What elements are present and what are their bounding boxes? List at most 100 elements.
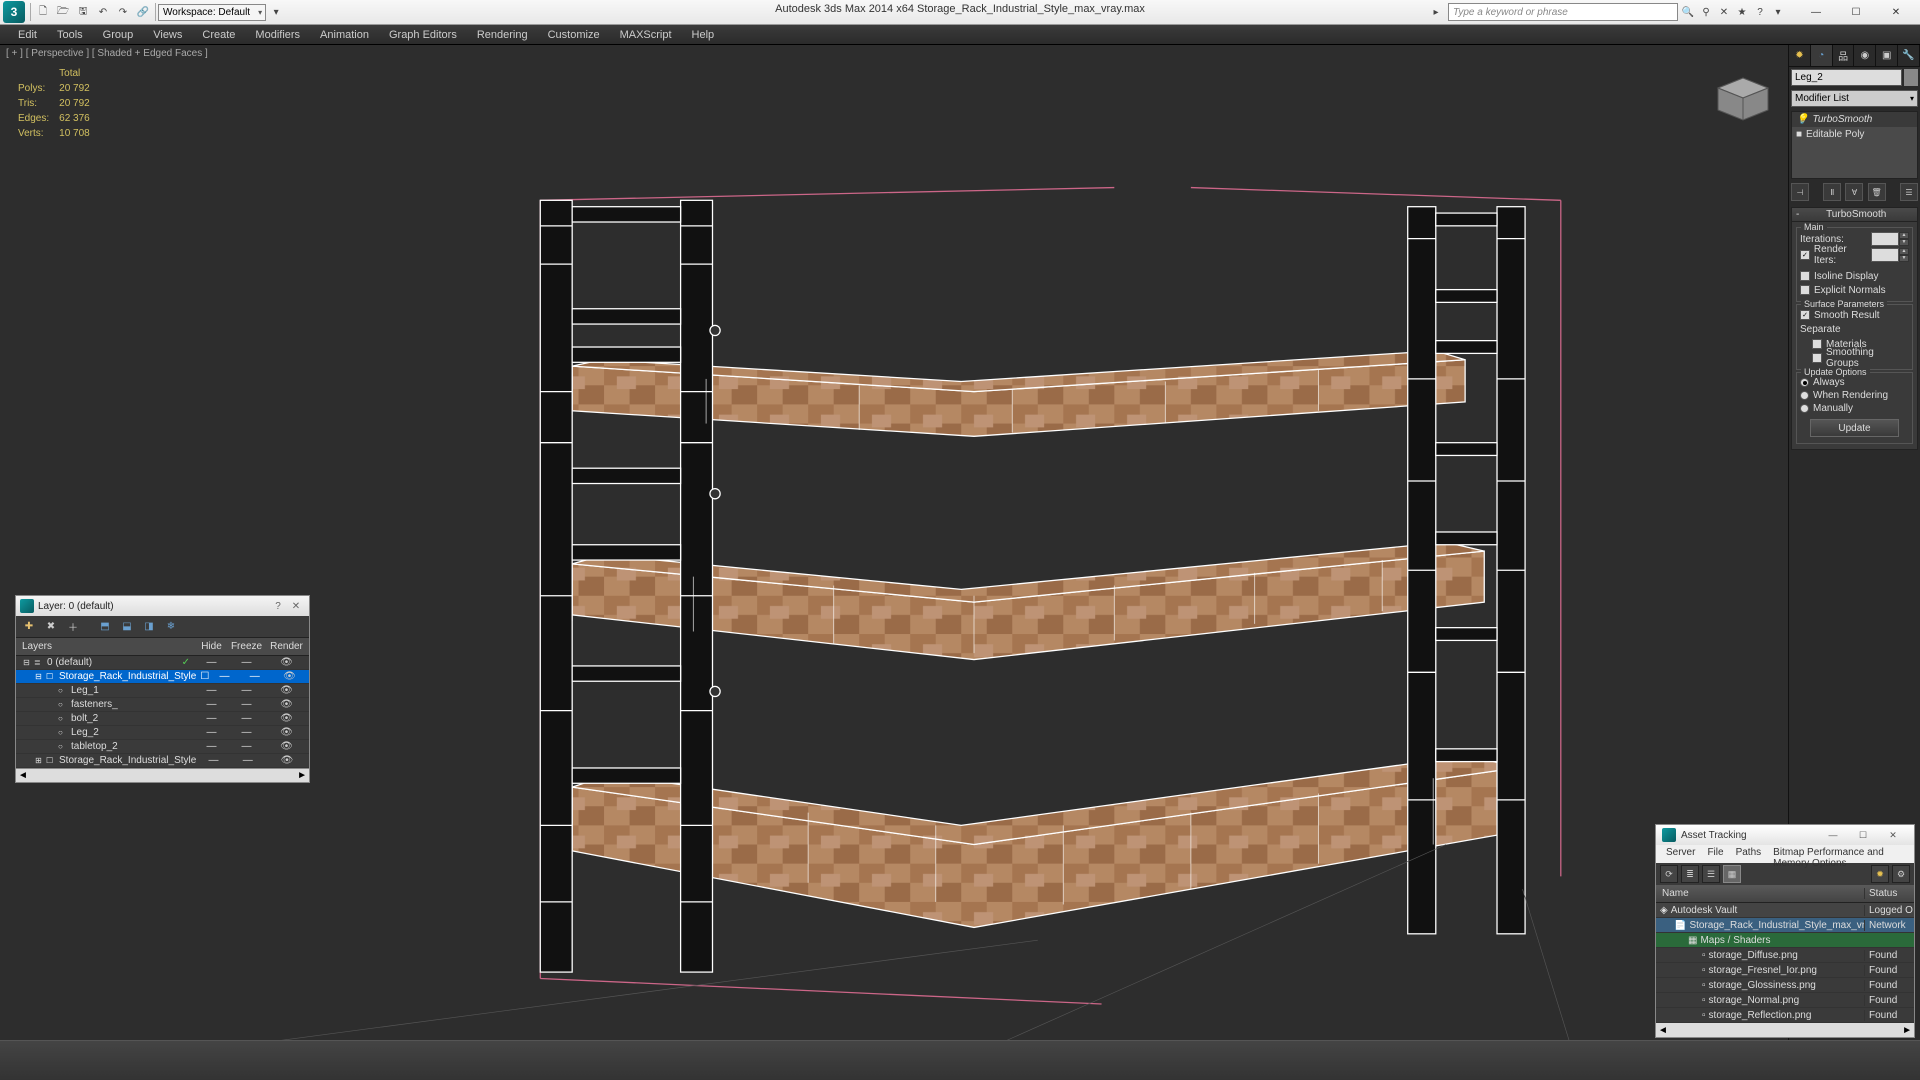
- object-color-swatch[interactable]: [1904, 69, 1918, 86]
- minimize-button[interactable]: —: [1796, 1, 1836, 23]
- render-iters-value[interactable]: 2: [1871, 248, 1899, 262]
- layer-panel-titlebar[interactable]: Layer: 0 (default) ? ✕: [16, 596, 309, 616]
- always-radio[interactable]: [1800, 378, 1809, 387]
- view-cube[interactable]: [1708, 70, 1778, 125]
- close-button[interactable]: ✕: [1876, 1, 1916, 23]
- layer-row[interactable]: ○Leg_1——👁: [16, 684, 309, 698]
- freeze-cell[interactable]: —: [229, 685, 264, 696]
- hide-cell[interactable]: —: [194, 741, 229, 752]
- expand-icon[interactable]: ⊟: [22, 658, 31, 667]
- render-cell[interactable]: 👁: [265, 755, 309, 766]
- materials-checkbox[interactable]: [1812, 339, 1822, 349]
- asset-row[interactable]: ▫storage_Reflection.pngFound: [1656, 1008, 1914, 1023]
- freeze-cell[interactable]: —: [240, 671, 270, 682]
- render-cell[interactable]: 👁: [264, 685, 309, 696]
- delete-layer-icon[interactable]: ✖: [42, 618, 60, 636]
- when-rendering-radio[interactable]: [1800, 391, 1809, 400]
- menu-group[interactable]: Group: [93, 27, 144, 43]
- asset-panel-scrollbar[interactable]: ◄►: [1656, 1023, 1914, 1037]
- modifier-list-dropdown[interactable]: Modifier List: [1791, 90, 1918, 107]
- asset-minimize-icon[interactable]: —: [1818, 830, 1848, 840]
- select-layers-icon[interactable]: ⬓: [118, 618, 136, 636]
- render-iters-checkbox[interactable]: ✓: [1800, 250, 1810, 260]
- layer-panel-help-icon[interactable]: ?: [269, 598, 287, 614]
- layer-row[interactable]: ⊟≣0 (default)✓——👁: [16, 656, 309, 670]
- shelf-model[interactable]: [80, 60, 1868, 1055]
- save-file-icon[interactable]: 🖫: [74, 3, 92, 21]
- asset-row[interactable]: ◈Autodesk VaultLogged O: [1656, 903, 1914, 918]
- undo-icon[interactable]: ↶: [94, 3, 112, 21]
- render-cell[interactable]: 👁: [264, 699, 309, 710]
- smoothing-groups-checkbox[interactable]: [1812, 353, 1822, 363]
- layer-panel-scrollbar[interactable]: ◄►: [16, 768, 309, 782]
- render-cell[interactable]: 👁: [264, 741, 309, 752]
- col-render[interactable]: Render: [264, 641, 309, 652]
- highlight-icon[interactable]: ✹: [1871, 865, 1889, 883]
- tab-display[interactable]: ▣: [1876, 45, 1898, 66]
- render-cell[interactable]: 👁: [264, 727, 309, 738]
- freeze-cell[interactable]: —: [229, 741, 264, 752]
- help-icon[interactable]: ?: [1752, 4, 1768, 20]
- list-view-icon[interactable]: ☰: [1702, 865, 1720, 883]
- layer-row[interactable]: ○bolt_2——👁: [16, 712, 309, 726]
- tree-view-icon[interactable]: ≣: [1681, 865, 1699, 883]
- asset-menu-bitmap-perf[interactable]: Bitmap Performance and Memory Options: [1767, 845, 1910, 863]
- viewport[interactable]: [ + ] [ Perspective ] [ Shaded + Edged F…: [0, 45, 1788, 1040]
- menu-tools[interactable]: Tools: [47, 27, 93, 43]
- layer-panel-close-icon[interactable]: ✕: [287, 598, 305, 614]
- spinner-up-icon[interactable]: ▲: [1899, 248, 1909, 255]
- redo-icon[interactable]: ↷: [114, 3, 132, 21]
- col-hide[interactable]: Hide: [194, 641, 229, 652]
- asset-menu-server[interactable]: Server: [1660, 845, 1701, 863]
- manually-radio[interactable]: [1800, 404, 1809, 413]
- freeze-cell[interactable]: —: [229, 713, 264, 724]
- layer-list[interactable]: ⊟≣0 (default)✓——👁⊟☐Storage_Rack_Industri…: [16, 656, 309, 768]
- menu-customize[interactable]: Customize: [538, 27, 610, 43]
- col-freeze[interactable]: Freeze: [229, 641, 264, 652]
- add-to-layer-icon[interactable]: ＋: [64, 618, 82, 636]
- expand-icon[interactable]: ⊟: [34, 672, 43, 681]
- menu-create[interactable]: Create: [192, 27, 245, 43]
- asset-menu-file[interactable]: File: [1701, 845, 1729, 863]
- table-view-icon[interactable]: ▦: [1723, 865, 1741, 883]
- help-drop-icon[interactable]: ▾: [1770, 4, 1786, 20]
- spinner-down-icon[interactable]: ▼: [1899, 239, 1909, 246]
- menu-modifiers[interactable]: Modifiers: [245, 27, 310, 43]
- maximize-button[interactable]: ☐: [1836, 1, 1876, 23]
- layer-row[interactable]: ○Leg_2——👁: [16, 726, 309, 740]
- layer-row[interactable]: ○tabletop_2——👁: [16, 740, 309, 754]
- hide-cell[interactable]: —: [196, 755, 230, 766]
- workspace-add-icon[interactable]: ▾: [267, 3, 285, 21]
- hide-cell[interactable]: —: [209, 671, 239, 682]
- col-asset-name[interactable]: Name: [1656, 888, 1864, 899]
- asset-row[interactable]: 📄Storage_Rack_Industrial_Style_max_vray.…: [1656, 918, 1914, 933]
- col-layers[interactable]: Layers: [16, 641, 194, 652]
- explicit-checkbox[interactable]: [1800, 285, 1810, 295]
- new-layer-icon[interactable]: ✚: [20, 618, 38, 636]
- hide-cell[interactable]: —: [194, 699, 229, 710]
- app-menu-icon[interactable]: 3: [3, 1, 25, 23]
- asset-list[interactable]: ◈Autodesk VaultLogged O📄Storage_Rack_Ind…: [1656, 903, 1914, 1023]
- spinner-up-icon[interactable]: ▲: [1899, 232, 1909, 239]
- favorites-icon[interactable]: ★: [1734, 4, 1750, 20]
- hide-cell[interactable]: —: [194, 685, 229, 696]
- freeze-cell[interactable]: —: [229, 699, 264, 710]
- menu-graph-editors[interactable]: Graph Editors: [379, 27, 467, 43]
- freeze-cell[interactable]: —: [231, 755, 265, 766]
- isoline-checkbox[interactable]: [1800, 271, 1810, 281]
- menu-edit[interactable]: Edit: [8, 27, 47, 43]
- workspace-dropdown[interactable]: Workspace: Default: [158, 4, 266, 21]
- render-cell[interactable]: 👁: [264, 657, 309, 668]
- link-icon[interactable]: 🔗: [134, 3, 152, 21]
- layer-row[interactable]: ⊞☐Storage_Rack_Industrial_Style——👁: [16, 754, 309, 768]
- asset-row[interactable]: ▫storage_Diffuse.pngFound: [1656, 948, 1914, 963]
- col-asset-status[interactable]: Status: [1864, 888, 1914, 899]
- iterations-spinner[interactable]: 0 ▲▼: [1871, 232, 1909, 247]
- expand-icon[interactable]: ⊞: [34, 756, 43, 765]
- render-cell[interactable]: 👁: [270, 671, 309, 682]
- search-go-icon[interactable]: 🔍: [1680, 4, 1696, 20]
- tab-utilities[interactable]: 🔧: [1898, 45, 1920, 66]
- freeze-unfreeze-icon[interactable]: ❄: [162, 618, 180, 636]
- menu-maxscript[interactable]: MAXScript: [610, 27, 682, 43]
- asset-row[interactable]: ▫storage_Fresnel_Ior.pngFound: [1656, 963, 1914, 978]
